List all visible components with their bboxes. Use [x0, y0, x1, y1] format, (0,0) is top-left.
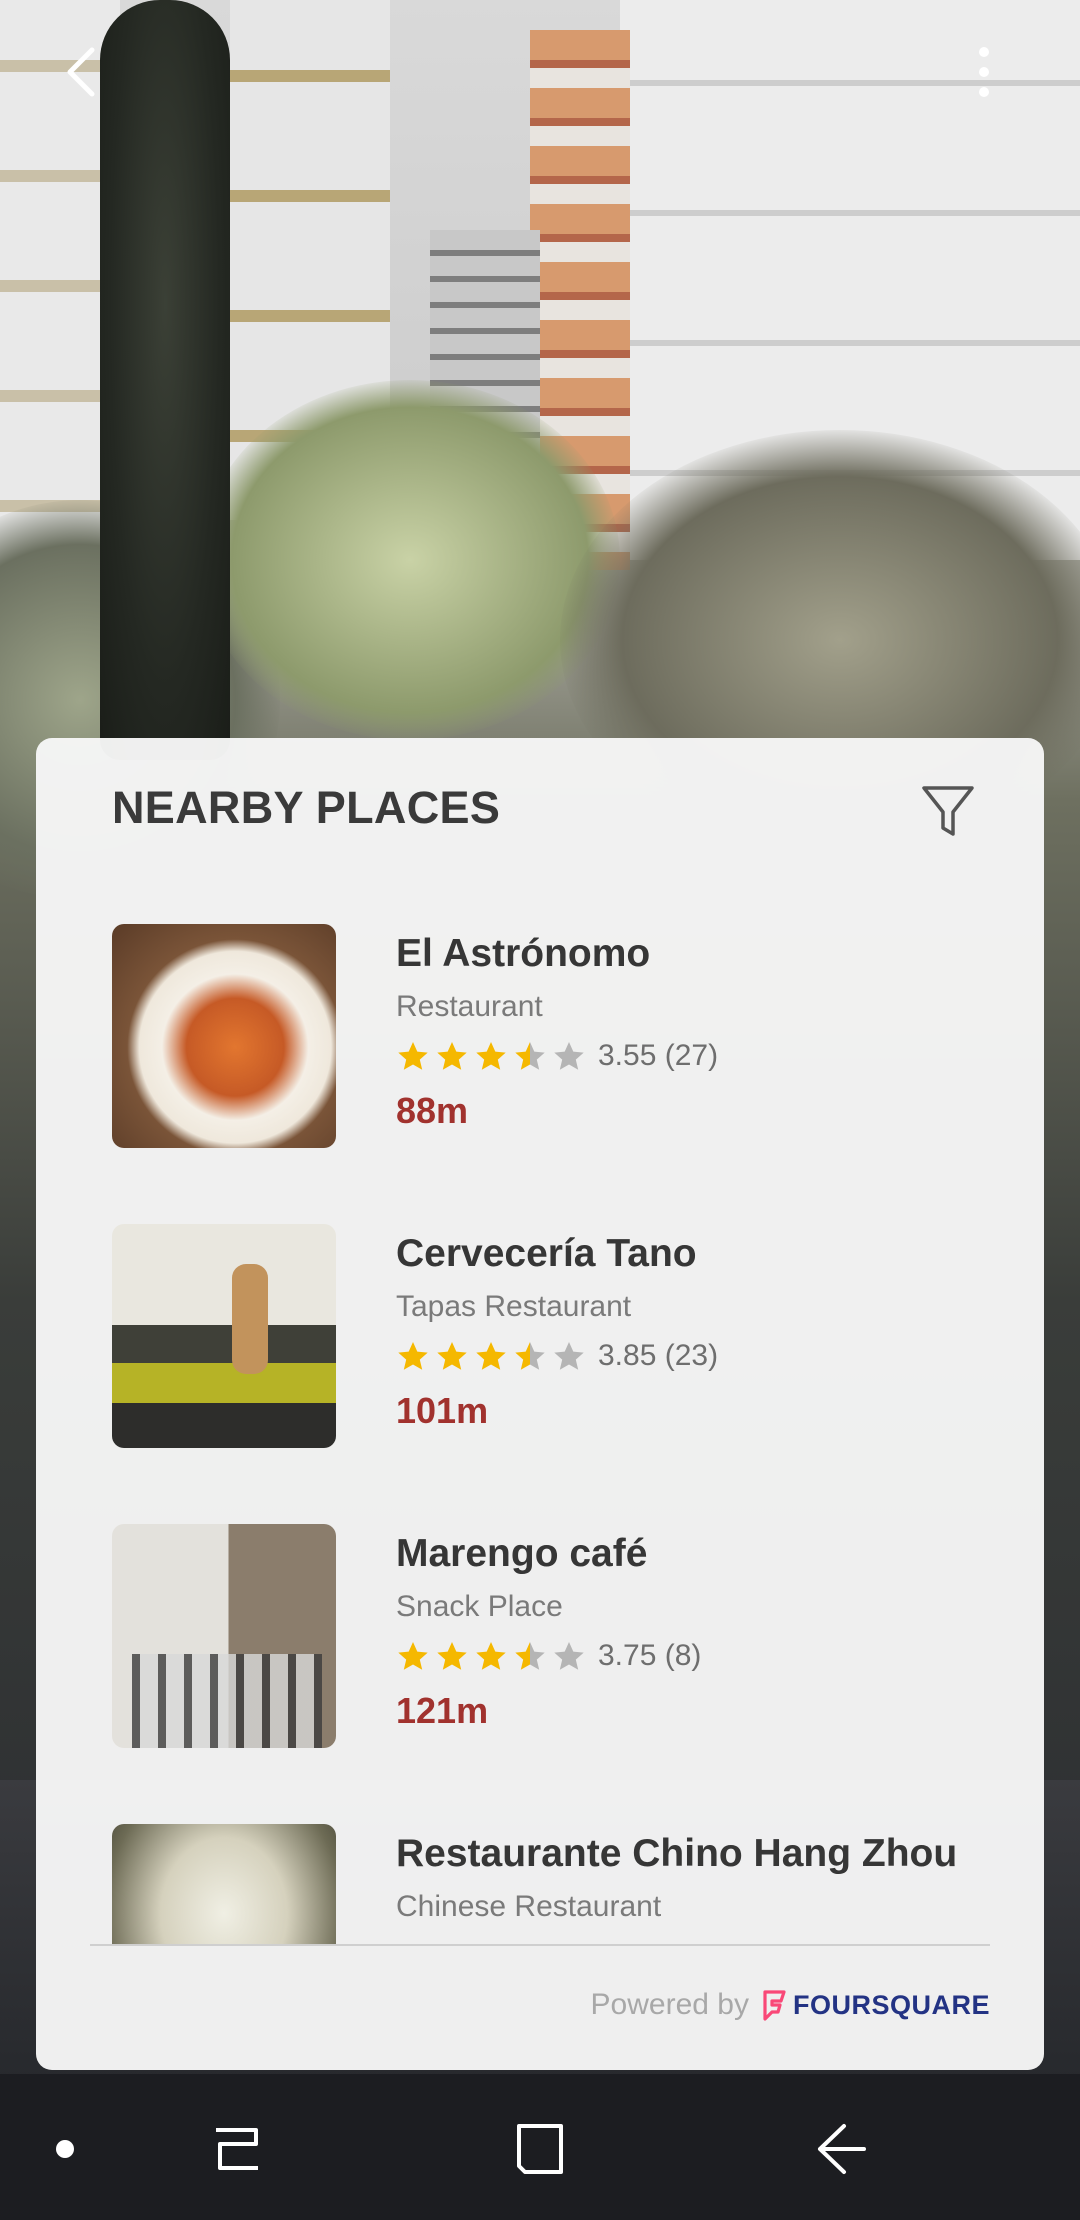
list-item[interactable]: Marengo café Snack Place 3.75 (8) 121m: [36, 1488, 1044, 1788]
chevron-left-icon: [67, 47, 95, 97]
place-name: Cervecería Tano: [396, 1232, 697, 1275]
star-empty-icon: [554, 1342, 584, 1370]
place-category: Tapas Restaurant: [396, 1290, 632, 1323]
place-name: Restaurante Chino Hang Zhou: [396, 1832, 958, 1875]
place-name: El Astrónomo: [396, 932, 651, 975]
rating-stars: [396, 1339, 586, 1373]
place-photo: [112, 1524, 336, 1748]
powered-by-foursquare[interactable]: Powered by FOURSQUARE: [591, 1988, 990, 2022]
nearby-places-card: NEARBY PLACES El Astrónomo Restaurant 3.…: [36, 738, 1044, 2070]
star-filled-icon: [476, 1342, 506, 1370]
place-name: Marengo café: [396, 1532, 648, 1575]
foursquare-wordmark: FOURSQUARE: [792, 1989, 990, 2020]
star-filled-icon: [437, 1642, 467, 1670]
place-distance: 121m: [396, 1690, 489, 1731]
rating-text: 3.85 (23): [598, 1339, 719, 1372]
star-filled-icon: [476, 1042, 506, 1070]
system-back-button[interactable]: [806, 2114, 876, 2184]
places-list[interactable]: El Astrónomo Restaurant 3.55 (27) 88m Ce…: [36, 888, 1044, 1946]
star-empty-icon: [554, 1642, 584, 1670]
place-photo: [112, 1224, 336, 1448]
star-empty-icon: [554, 1042, 584, 1070]
recents-icon: [216, 2128, 258, 2170]
place-distance: 88m: [396, 1090, 469, 1131]
more-vertical-icon: [979, 47, 989, 97]
place-rating: 3.85 (23): [396, 1336, 718, 1376]
back-button[interactable]: [42, 32, 122, 112]
list-item[interactable]: Cervecería Tano Tapas Restaurant 3.85 (2…: [36, 1188, 1044, 1488]
rating-text: 3.55 (27): [598, 1039, 719, 1072]
back-arrow-icon: [818, 2124, 866, 2174]
star-filled-icon: [398, 1342, 428, 1370]
place-photo: [112, 1824, 336, 1946]
rating-stars: [396, 1039, 586, 1073]
filter-icon: [922, 786, 974, 836]
place-photo: [112, 924, 336, 1148]
divider: [90, 1944, 990, 1946]
list-item[interactable]: Restaurante Chino Hang Zhou Chinese Rest…: [36, 1788, 1044, 1946]
place-distance: 101m: [396, 1390, 489, 1431]
star-filled-icon: [398, 1642, 428, 1670]
rating-text: 3.75 (8): [598, 1639, 702, 1672]
star-half-icon: [515, 1342, 545, 1370]
place-rating: 3.55 (27): [396, 1036, 718, 1076]
place-category: Chinese Restaurant: [396, 1890, 662, 1923]
recents-button[interactable]: [202, 2114, 272, 2184]
star-filled-icon: [398, 1042, 428, 1070]
filter-button[interactable]: [914, 778, 982, 846]
home-icon: [517, 2124, 563, 2174]
star-filled-icon: [476, 1642, 506, 1670]
star-filled-icon: [437, 1342, 467, 1370]
rating-stars: [396, 1639, 586, 1673]
powered-by-label: Powered by: [590, 1988, 749, 2021]
place-category: Restaurant: [396, 990, 543, 1023]
list-item[interactable]: El Astrónomo Restaurant 3.55 (27) 88m: [36, 888, 1044, 1188]
place-category: Snack Place: [396, 1590, 563, 1623]
star-filled-icon: [437, 1042, 467, 1070]
system-nav-bar: [0, 2074, 1080, 2220]
home-button[interactable]: [505, 2114, 575, 2184]
place-rating: 3.75 (8): [396, 1636, 701, 1676]
cypress-tree: [100, 0, 230, 760]
dot-icon: [56, 2140, 74, 2158]
more-options-button[interactable]: [944, 32, 1024, 112]
nav-dot-button[interactable]: [30, 2114, 100, 2184]
star-half-icon: [515, 1642, 545, 1670]
trees: [200, 380, 620, 740]
foursquare-logo: FOURSQUARE: [761, 1989, 990, 2021]
foursquare-icon: [763, 1990, 786, 2021]
star-half-icon: [515, 1042, 545, 1070]
card-title: NEARBY PLACES: [112, 782, 501, 833]
